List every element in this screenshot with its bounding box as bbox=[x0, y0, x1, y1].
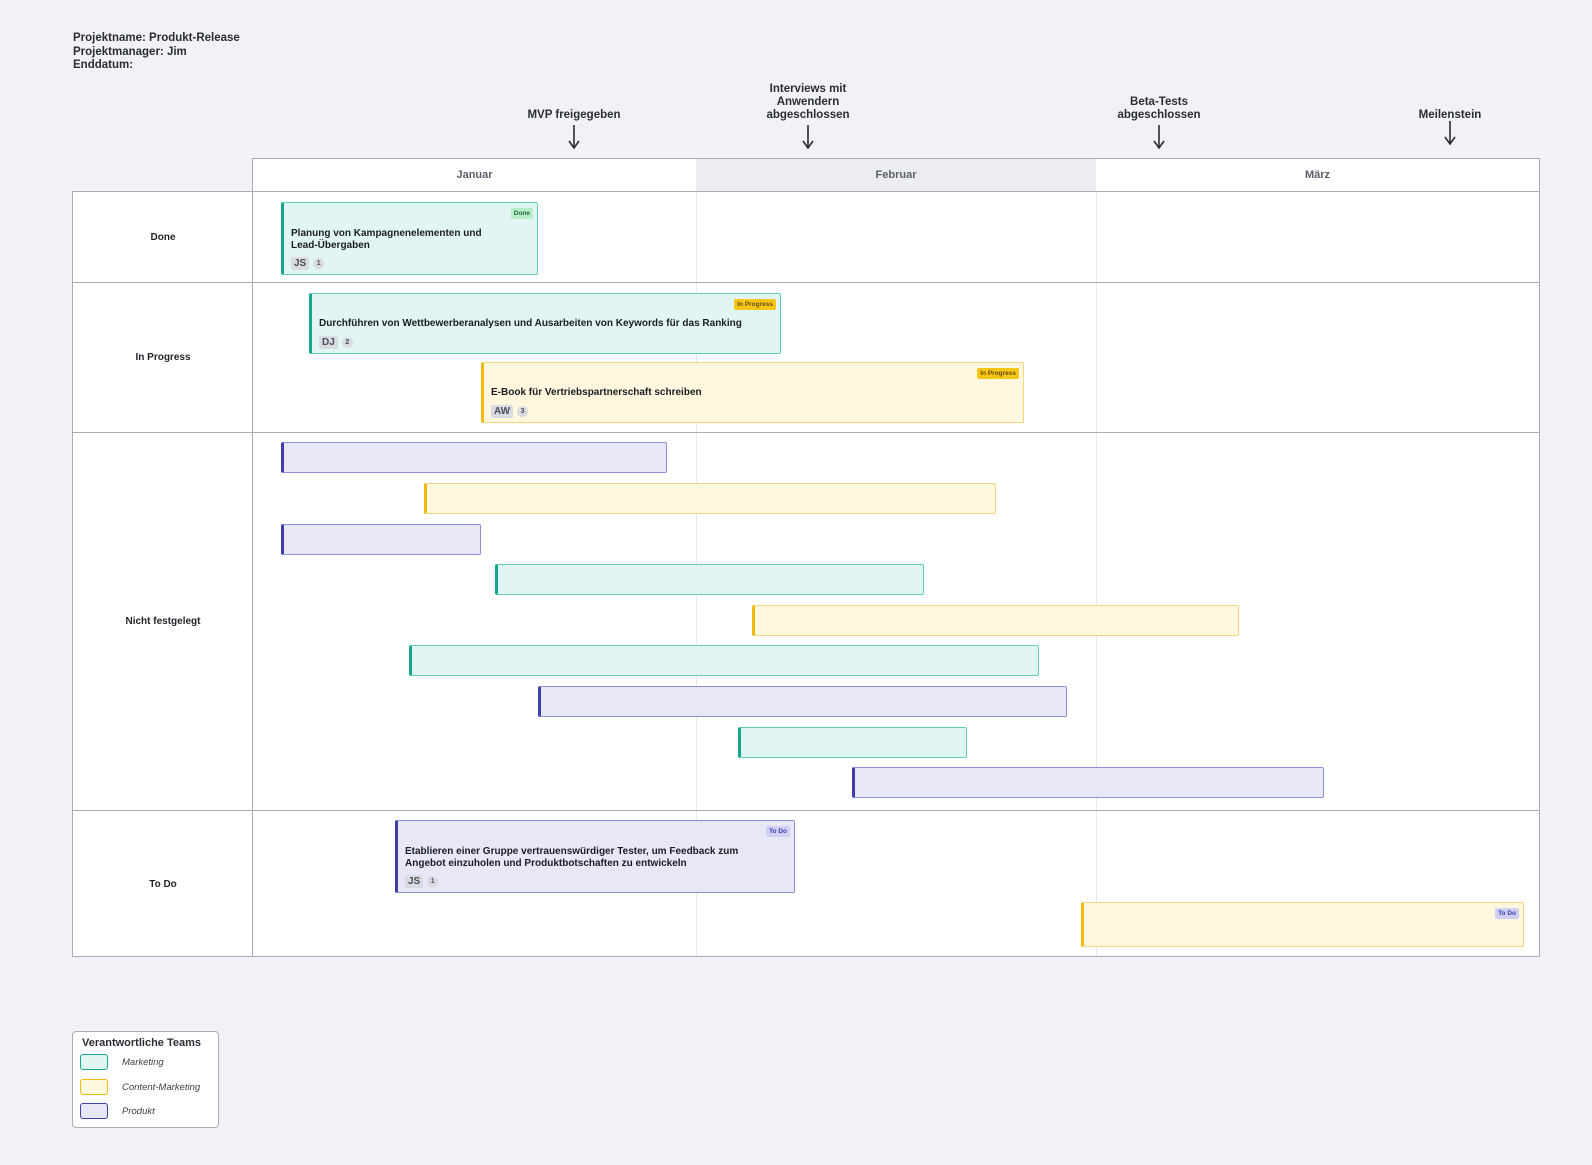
task-title: Durchführen von Wettbewerberanalysen und… bbox=[319, 318, 742, 329]
status-badge: Done bbox=[510, 208, 533, 219]
arrow-down-icon bbox=[802, 125, 814, 150]
task-bar[interactable] bbox=[409, 645, 1039, 676]
task-card-in-progress[interactable]: In Progress E-Book für Vertriebspartners… bbox=[481, 362, 1024, 423]
arrow-down-icon bbox=[1153, 125, 1165, 150]
milestone-mvp[interactable]: MVP freigegeben bbox=[509, 84, 639, 122]
milestone-label: MVP freigegeben bbox=[527, 109, 621, 121]
milestone-label: Beta-Tests abgeschlossen bbox=[1117, 96, 1201, 121]
milestone-beta-tests[interactable]: Beta-Tests abgeschlossen bbox=[1094, 84, 1224, 122]
task-card-done[interactable]: Done Planung von Kampagnenelementen und … bbox=[281, 202, 538, 275]
task-bar[interactable] bbox=[538, 686, 1067, 717]
status-badge: To Do bbox=[766, 826, 790, 837]
legend-swatch bbox=[80, 1054, 108, 1070]
status-badge: In Progress bbox=[734, 299, 776, 310]
assignee-avatar: DJ bbox=[319, 336, 338, 349]
project-end-date: Enddatum: bbox=[73, 59, 134, 71]
timeline: Januar Februar März Done Done Planung vo… bbox=[72, 158, 1540, 957]
project-name: Projektname: Produkt-Release bbox=[73, 32, 240, 44]
lane-label: Done bbox=[150, 231, 176, 243]
milestone-interviews[interactable]: Interviews mit Anwendern abgeschlossen bbox=[743, 83, 873, 122]
task-meta: JS 1 bbox=[291, 257, 325, 270]
milestone-label: Meilenstein bbox=[1418, 109, 1482, 121]
assignee-avatar: AW bbox=[491, 405, 514, 418]
comment-count: 3 bbox=[517, 406, 529, 417]
legend-label: Marketing bbox=[122, 1056, 164, 1068]
legend-label: Produkt bbox=[122, 1105, 155, 1117]
legend-swatch bbox=[80, 1103, 108, 1119]
task-meta: DJ 2 bbox=[319, 336, 353, 349]
lane-label: In Progress bbox=[135, 352, 191, 363]
legend-item-content-marketing: Content-Marketing bbox=[80, 1079, 200, 1095]
milestone-generic[interactable]: Meilenstein bbox=[1385, 84, 1515, 122]
task-card-in-progress[interactable]: In Progress Durchführen von Wettbewerber… bbox=[309, 293, 781, 354]
month-februar: Februar bbox=[696, 159, 1096, 191]
comment-count: 1 bbox=[313, 258, 325, 269]
lane-in-progress: In Progress In Progress Durchführen von … bbox=[73, 283, 1539, 433]
task-title: E-Book für Vertriebspartnerschaft schrei… bbox=[491, 387, 702, 398]
assignee-avatar: JS bbox=[405, 875, 424, 888]
lane-unassigned: Nicht festgelegt bbox=[73, 433, 1539, 811]
task-bar[interactable] bbox=[281, 442, 667, 473]
legend: Verantwortliche Teams Marketing Content-… bbox=[72, 1031, 219, 1128]
legend-swatch bbox=[80, 1079, 108, 1095]
legend-title: Verantwortliche Teams bbox=[82, 1037, 202, 1049]
month-januar: Januar bbox=[456, 169, 493, 181]
assignee-avatar: JS bbox=[291, 257, 310, 270]
status-badge: To Do bbox=[1495, 908, 1519, 919]
month-maerz: März bbox=[1304, 169, 1331, 181]
project-info: Projektname: Produkt-Release Projektmana… bbox=[73, 32, 240, 73]
legend-label: Content-Marketing bbox=[122, 1081, 201, 1093]
task-bar[interactable] bbox=[495, 564, 924, 595]
arrow-down-icon bbox=[568, 125, 580, 150]
legend-item-produkt: Produkt bbox=[80, 1103, 155, 1119]
task-meta: AW 3 bbox=[491, 405, 529, 418]
swimlane-grid: Done Done Planung von Kampagnenelementen… bbox=[72, 191, 1540, 957]
legend-item-marketing: Marketing bbox=[80, 1054, 164, 1070]
lane-label: Nicht festgelegt bbox=[125, 616, 201, 627]
comment-count: 2 bbox=[341, 337, 353, 348]
task-bar[interactable] bbox=[424, 483, 996, 514]
lane-done: Done Done Planung von Kampagnenelementen… bbox=[73, 192, 1539, 283]
task-bar[interactable] bbox=[738, 727, 967, 758]
status-badge: In Progress bbox=[977, 368, 1019, 379]
project-manager: Projektmanager: Jim bbox=[73, 45, 187, 58]
task-bar[interactable] bbox=[752, 605, 1239, 636]
arrow-down-icon bbox=[1444, 121, 1456, 146]
lane-to-do: To Do To Do Etablieren einer Gruppe vert… bbox=[73, 811, 1539, 957]
task-bar[interactable] bbox=[852, 767, 1324, 798]
milestone-label: Interviews mit Anwendern abgeschlossen bbox=[766, 83, 850, 121]
task-title: Etablieren einer Gruppe vertrauenswürdig… bbox=[405, 846, 739, 869]
task-bar[interactable] bbox=[281, 524, 481, 555]
comment-count: 1 bbox=[427, 876, 439, 887]
task-title: Planung von Kampagnenelementen und Lead-… bbox=[291, 228, 482, 251]
lane-label: To Do bbox=[149, 878, 177, 890]
task-meta: JS 1 bbox=[405, 875, 439, 888]
month-header: Januar Februar März bbox=[252, 158, 1540, 192]
task-card-to-do[interactable]: To Do Etablieren einer Gruppe vertrauens… bbox=[395, 820, 795, 893]
task-card-to-do[interactable]: To Do bbox=[1081, 902, 1524, 947]
